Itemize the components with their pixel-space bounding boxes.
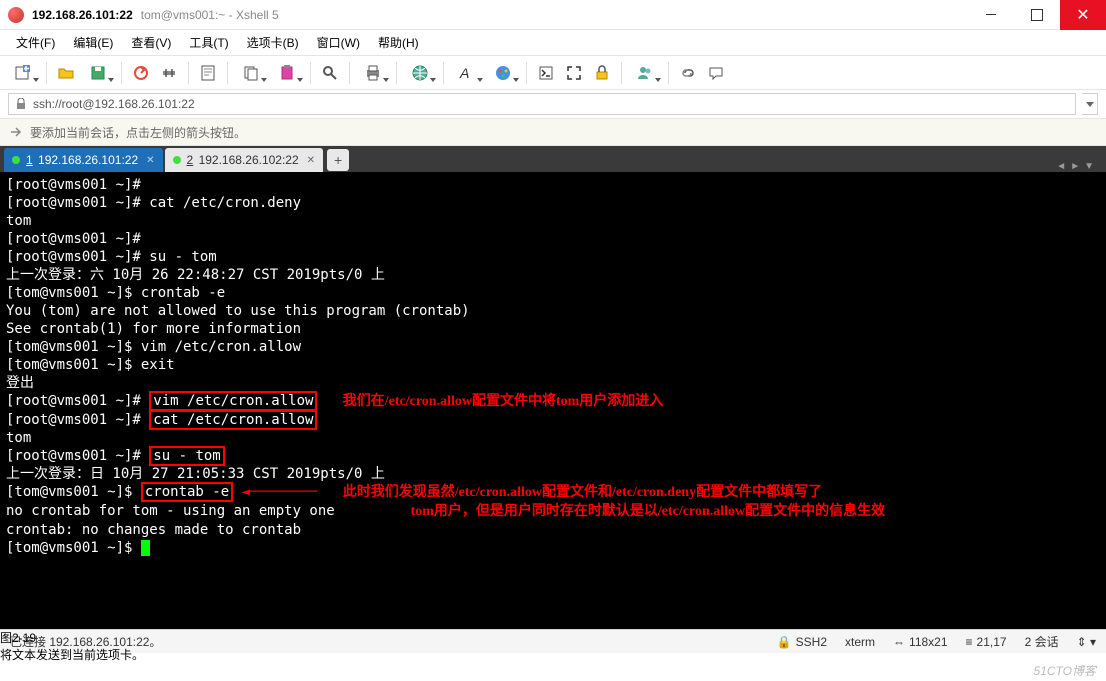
tab-close-icon[interactable]: ✕ [307,155,315,166]
tab-1[interactable]: 1 192.168.26.101:22 ✕ [4,148,163,172]
watermark: 51CTO博客 [1034,662,1096,679]
highlight-box: cat /etc/cron.allow [149,410,317,430]
menu-help[interactable]: 帮助(H) [370,31,427,54]
tab-label: 192.168.26.102:22 [199,153,299,167]
find-button[interactable] [317,60,343,86]
annotation: 我们在/etc/cron.allow配置文件中将tom用户添加进入 [343,394,664,409]
terminal-content[interactable]: [root@vms001 ~]# [root@vms001 ~]# cat /e… [0,172,1106,629]
tab-add-button[interactable]: + [327,149,349,171]
annotation: tom用户，但是用户同时存在时默认是以/etc/cron.allow配置文件中的… [411,504,886,519]
menu-tabs[interactable]: 选项卡(B) [239,31,307,54]
title-rest: tom@vms001:~ - Xshell 5 [141,8,279,22]
properties-button[interactable] [195,60,221,86]
menu-view[interactable]: 查看(V) [123,31,179,54]
link-button[interactable] [675,60,701,86]
toolbar: A [0,56,1106,90]
cursor [141,540,150,556]
print-button[interactable] [356,60,390,86]
open-button[interactable] [53,60,79,86]
tab-num: 2 [187,153,194,167]
titlebar: 192.168.26.101:22 tom@vms001:~ - Xshell … [0,0,1106,30]
tab-nav[interactable]: ◄►▼ [1056,161,1102,172]
status-dot-icon [12,156,20,164]
window-controls [968,0,1106,30]
menubar: 文件(F) 编辑(E) 查看(V) 工具(T) 选项卡(B) 窗口(W) 帮助(… [0,30,1106,56]
minimize-button[interactable] [968,0,1014,30]
address-bar: ssh://root@192.168.26.101:22 [0,90,1106,118]
color-button[interactable] [486,60,520,86]
menu-edit[interactable]: 编辑(E) [65,31,121,54]
menu-window[interactable]: 窗口(W) [309,31,368,54]
svg-text:A: A [459,65,469,81]
comment-button[interactable] [703,60,729,86]
address-dropdown[interactable] [1082,93,1098,115]
close-button[interactable] [1060,0,1106,30]
lock-icon [15,98,27,110]
arrow-icon[interactable] [8,124,24,140]
highlight-box: crontab -e [141,482,233,502]
tab-num: 1 [26,153,33,167]
lock-button[interactable] [589,60,615,86]
save-button[interactable] [81,60,115,86]
tab-label: 192.168.26.101:22 [38,153,138,167]
figure-label: 图2-19 [0,629,1106,646]
tab-close-icon[interactable]: ✕ [146,155,154,166]
disconnect-button[interactable] [156,60,182,86]
hint-text: 要添加当前会话，点击左侧的箭头按钮。 [30,124,246,141]
menu-file[interactable]: 文件(F) [8,31,63,54]
annotation: 此时我们发现虽然/etc/cron.allow配置文件和/etc/cron.de… [343,485,822,500]
hint-bar: 要添加当前会话，点击左侧的箭头按钮。 [0,118,1106,146]
maximize-button[interactable] [1014,0,1060,30]
address-text: ssh://root@192.168.26.101:22 [33,97,195,111]
script-button[interactable] [533,60,559,86]
font-button[interactable]: A [450,60,484,86]
menu-tools[interactable]: 工具(T) [181,31,236,54]
new-session-button[interactable] [6,60,40,86]
tab-strip: 1 192.168.26.101:22 ✕ 2 192.168.26.102:2… [0,146,1106,172]
app-icon [8,7,24,23]
copy-button[interactable] [234,60,268,86]
terminal[interactable]: [root@vms001 ~]# [root@vms001 ~]# cat /e… [0,172,1106,629]
fullscreen-button[interactable] [561,60,587,86]
overlay-note: 将文本发送到当前选项卡。 [0,646,1106,663]
reconnect-button[interactable] [128,60,154,86]
tab-2[interactable]: 2 192.168.26.102:22 ✕ [165,148,324,172]
globe-button[interactable] [403,60,437,86]
users-button[interactable] [628,60,662,86]
highlight-box: vim /etc/cron.allow [149,391,317,411]
address-input[interactable]: ssh://root@192.168.26.101:22 [8,93,1076,115]
status-dot-icon [173,156,181,164]
title-ip: 192.168.26.101:22 [32,8,133,22]
highlight-box: su - tom [149,446,224,466]
paste-button[interactable] [270,60,304,86]
